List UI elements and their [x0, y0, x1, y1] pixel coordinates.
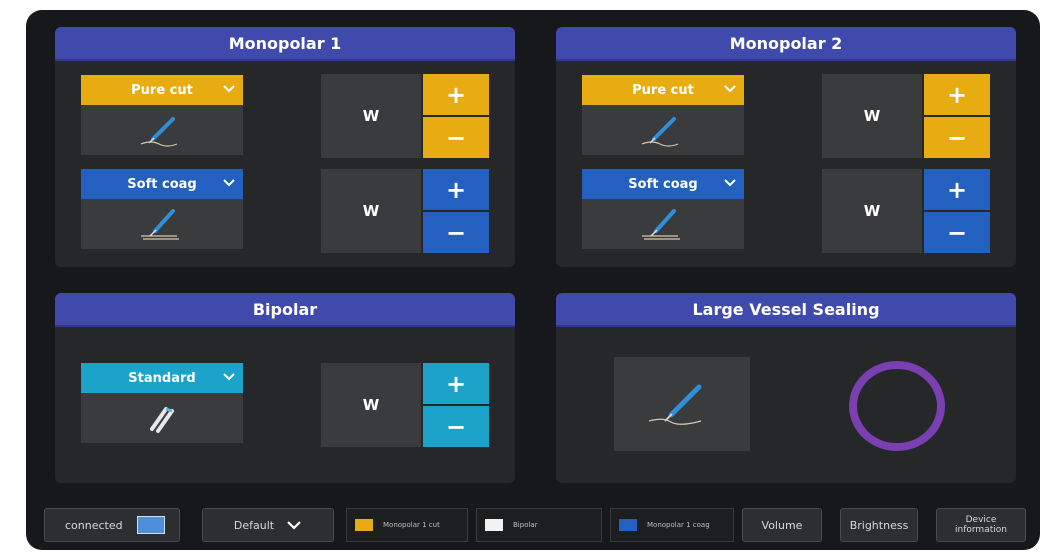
device-information-button[interactable]: Device information	[936, 508, 1026, 542]
monopolar1-cut-display: W	[321, 74, 421, 158]
monopolar1-coag-label: Soft coag	[127, 176, 197, 192]
monopolar2-coag-select[interactable]: Soft coag	[582, 169, 744, 199]
monopolar1-title: Monopolar 1	[55, 27, 515, 61]
bipolar-title: Bipolar	[55, 293, 515, 327]
chevron-down-icon	[223, 373, 235, 381]
legend-swatch-cut	[355, 519, 373, 531]
monopolar1-cut-plus-button[interactable]: +	[423, 74, 489, 115]
monopolar2-coag-plus-button[interactable]: +	[924, 169, 990, 210]
monopolar1-cut-minus-button[interactable]: −	[423, 117, 489, 158]
monopolar1-coag-plus-button[interactable]: +	[423, 169, 489, 210]
legend-monopolar-coag: Monopolar 1 coag	[610, 508, 734, 542]
monopolar2-coag-power: W + −	[822, 169, 990, 253]
sealing-instrument-icon	[614, 357, 750, 451]
monopolar1-panel: Monopolar 1 Pure cut W + − Soft coag W +…	[55, 27, 515, 267]
bipolar-power: W + −	[321, 363, 489, 447]
chevron-down-icon	[724, 85, 736, 93]
monopolar1-cut-power: W + −	[321, 74, 489, 158]
chevron-down-icon	[724, 179, 736, 187]
monopolar2-cut-mode: Pure cut	[582, 75, 744, 155]
legend-bipolar-label: Bipolar	[513, 521, 538, 529]
vessel-sealing-title: Large Vessel Sealing	[556, 293, 1016, 327]
coag-electrode-icon	[582, 199, 744, 249]
monopolar1-cut-label: Pure cut	[131, 82, 193, 98]
bipolar-plus-button[interactable]: +	[423, 363, 489, 404]
legend-swatch-coag	[619, 519, 637, 531]
monopolar2-cut-label: Pure cut	[632, 82, 694, 98]
monopolar2-title: Monopolar 2	[556, 27, 1016, 61]
chevron-down-icon	[223, 85, 235, 93]
monopolar1-coag-display: W	[321, 169, 421, 253]
profile-dropdown[interactable]: Default	[202, 508, 334, 542]
bipolar-panel: Bipolar Standard W + −	[55, 293, 515, 483]
monopolar2-coag-label: Soft coag	[628, 176, 698, 192]
chevron-down-icon	[287, 521, 301, 530]
monopolar1-coag-minus-button[interactable]: −	[423, 212, 489, 253]
cut-electrode-icon	[582, 105, 744, 155]
monopolar2-cut-select[interactable]: Pure cut	[582, 75, 744, 105]
bipolar-forceps-icon	[81, 393, 243, 443]
seal-status-ring-icon	[849, 361, 945, 451]
legend-coag-label: Monopolar 1 coag	[647, 521, 710, 529]
volume-button[interactable]: Volume	[742, 508, 822, 542]
chevron-down-icon	[223, 179, 235, 187]
cut-electrode-icon	[81, 105, 243, 155]
monopolar2-coag-display: W	[822, 169, 922, 253]
monopolar1-coag-mode: Soft coag	[81, 169, 243, 249]
coag-electrode-icon	[81, 199, 243, 249]
brightness-button[interactable]: Brightness	[840, 508, 918, 542]
connection-status[interactable]: connected	[44, 508, 180, 542]
monopolar2-panel: Monopolar 2 Pure cut W + − Soft coag W +…	[556, 27, 1016, 267]
bottom-toolbar: connected Default Monopolar 1 cut Bipola…	[26, 500, 1040, 550]
monopolar1-cut-mode: Pure cut	[81, 75, 243, 155]
monopolar2-coag-minus-button[interactable]: −	[924, 212, 990, 253]
connector-icon	[137, 516, 165, 534]
legend-bipolar: Bipolar	[476, 508, 602, 542]
monopolar2-cut-display: W	[822, 74, 922, 158]
bipolar-display: W	[321, 363, 421, 447]
monopolar1-coag-power: W + −	[321, 169, 489, 253]
bipolar-mode-label: Standard	[128, 370, 196, 386]
monopolar2-cut-plus-button[interactable]: +	[924, 74, 990, 115]
device-screen: Monopolar 1 Pure cut W + − Soft coag W +…	[26, 10, 1040, 550]
legend-swatch-bipolar	[485, 519, 503, 531]
connected-label: connected	[65, 518, 123, 532]
monopolar2-cut-power: W + −	[822, 74, 990, 158]
monopolar2-coag-mode: Soft coag	[582, 169, 744, 249]
legend-monopolar-cut: Monopolar 1 cut	[346, 508, 468, 542]
monopolar2-cut-minus-button[interactable]: −	[924, 117, 990, 158]
legend-cut-label: Monopolar 1 cut	[383, 521, 440, 529]
profile-label: Default	[233, 518, 275, 532]
bipolar-mode: Standard	[81, 363, 243, 443]
bipolar-mode-select[interactable]: Standard	[81, 363, 243, 393]
monopolar1-coag-select[interactable]: Soft coag	[81, 169, 243, 199]
vessel-sealing-panel: Large Vessel Sealing	[556, 293, 1016, 483]
bipolar-minus-button[interactable]: −	[423, 406, 489, 447]
monopolar1-cut-select[interactable]: Pure cut	[81, 75, 243, 105]
